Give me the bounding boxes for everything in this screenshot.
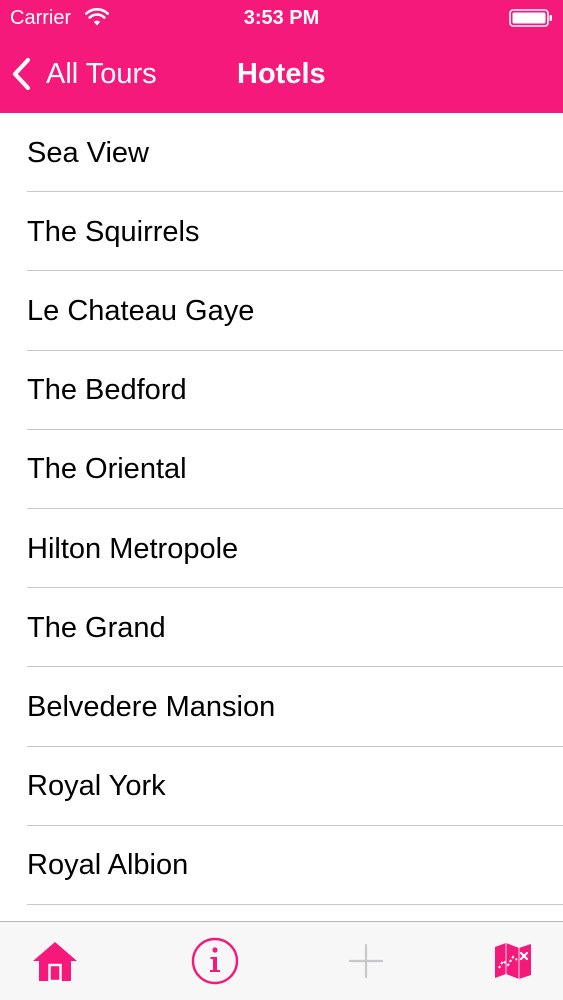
tab-bar xyxy=(0,921,563,1000)
info-icon xyxy=(191,937,239,985)
list-item-label: The Grand xyxy=(27,611,166,644)
tab-add[interactable] xyxy=(331,922,401,1000)
plus-icon xyxy=(348,943,384,979)
navigation-bar: All Tours Hotels xyxy=(0,36,563,113)
status-time: 3:53 PM xyxy=(243,7,320,29)
list-item-label: The Oriental xyxy=(27,453,187,486)
hotel-list: Sea View The Squirrels Le Chateau Gaye T… xyxy=(0,113,563,921)
tab-map[interactable] xyxy=(478,922,548,1000)
list-item[interactable]: The Squirrels xyxy=(0,192,563,272)
list-item-label: Royal Albion xyxy=(27,849,189,882)
list-item[interactable]: Royal York xyxy=(0,747,563,826)
list-item[interactable]: The Bedford xyxy=(0,351,563,430)
page-title: Hotels xyxy=(237,58,326,90)
list-item-label: Sea View xyxy=(27,136,149,169)
list-item-label: Belvedere Mansion xyxy=(27,690,276,723)
list-item[interactable]: Royal Albion xyxy=(0,826,563,906)
status-bar: Carrier 3:53 PM xyxy=(0,0,563,36)
list-item[interactable]: Belvedere Mansion xyxy=(0,667,563,747)
list-item-label: Le Chateau Gaye xyxy=(27,294,255,327)
list-item[interactable]: Hilton Metropole xyxy=(0,509,563,589)
chevron-left-icon xyxy=(12,57,31,91)
home-icon xyxy=(33,942,77,982)
list-item-label: The Bedford xyxy=(27,374,187,407)
list-item[interactable]: The Oriental xyxy=(0,430,563,510)
back-button[interactable]: All Tours xyxy=(10,54,157,94)
list-item-label: Hilton Metropole xyxy=(27,532,239,565)
list-item[interactable]: Le Chateau Gaye xyxy=(0,271,563,351)
back-button-label: All Tours xyxy=(46,58,157,90)
tab-home[interactable] xyxy=(20,922,90,1000)
list-item-label: Royal York xyxy=(27,770,166,803)
battery-icon xyxy=(509,9,552,27)
list-item-label: The Squirrels xyxy=(27,215,200,248)
list-item[interactable]: Sea View xyxy=(0,113,563,193)
list-item[interactable]: The Grand xyxy=(0,588,563,668)
hotels-screen: Carrier 3:53 PM All Tours Hotels Sea Vie… xyxy=(0,0,563,1000)
header: Carrier 3:53 PM All Tours Hotels xyxy=(0,0,563,113)
map-icon xyxy=(495,943,531,979)
tab-info[interactable] xyxy=(180,922,250,1000)
